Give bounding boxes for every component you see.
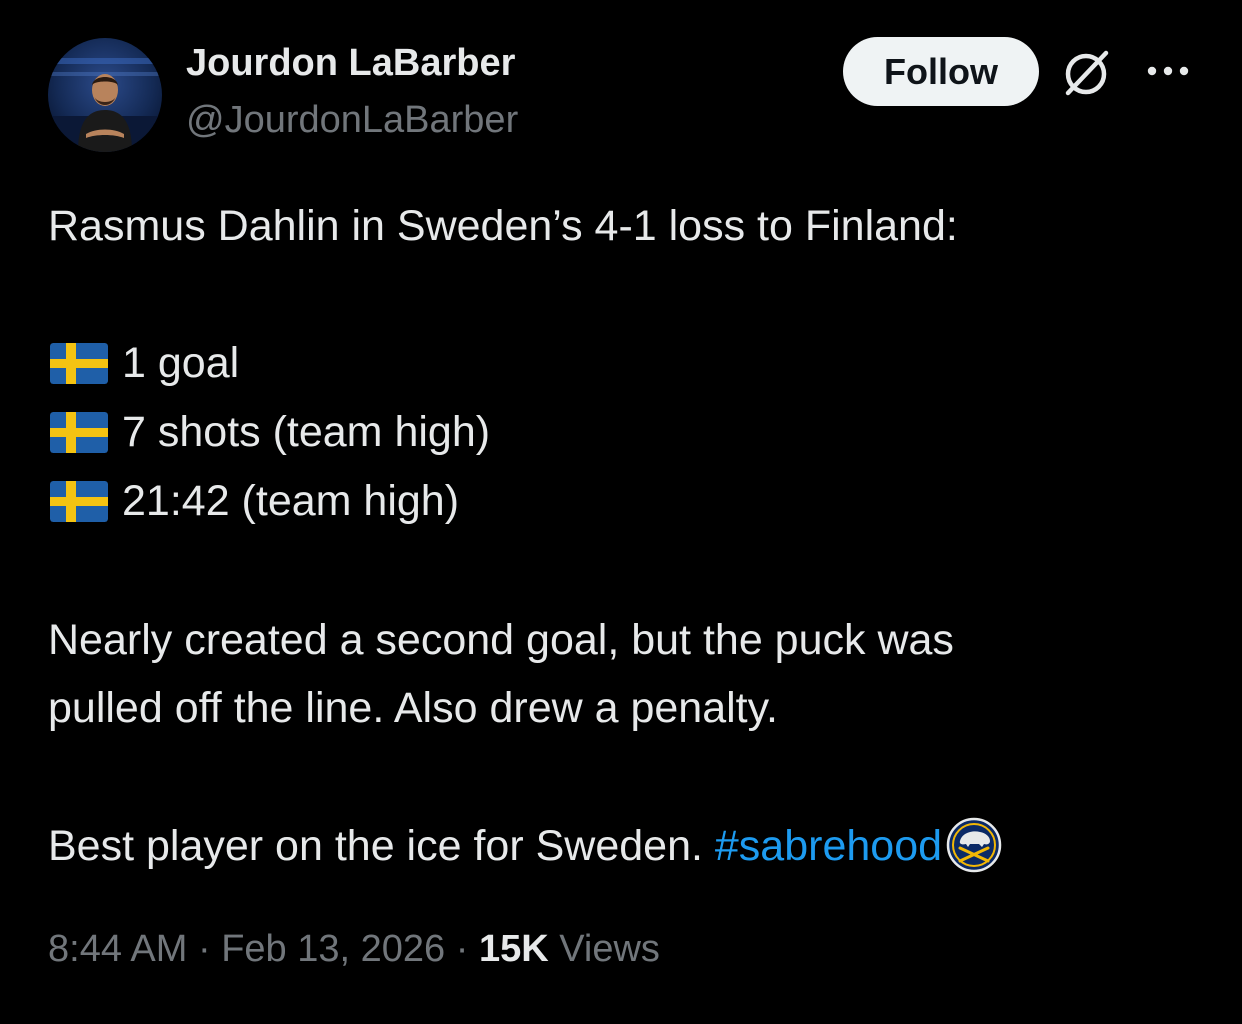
avatar-image — [48, 38, 162, 152]
tweet-meta: 8:44 AM · Feb 13, 2026 · 15K Views — [48, 928, 660, 971]
stat-text: 21:42 (team high) — [122, 476, 460, 525]
views-label: Views — [559, 928, 660, 970]
tweet-paragraph-line: Nearly created a second goal, but the pu… — [48, 616, 954, 664]
sweden-flag-icon — [50, 411, 108, 453]
views-count: 15K — [478, 928, 549, 970]
sweden-flag-icon — [50, 480, 108, 522]
tweet-closing-line: Best player on the ice for Sweden. #sabr… — [48, 817, 1002, 877]
meta-separator: · — [445, 928, 479, 970]
meta-separator: · — [187, 928, 222, 970]
tweet-date[interactable]: Feb 13, 2026 — [221, 928, 445, 970]
stat-line: 7 shots (team high) — [50, 404, 490, 460]
stat-line: 21:42 (team high) — [50, 473, 459, 529]
stat-text: 7 shots (team high) — [122, 407, 491, 456]
closing-text: Best player on the ice for Sweden. — [48, 822, 715, 870]
tweet-intro: Rasmus Dahlin in Sweden’s 4-1 loss to Fi… — [48, 202, 958, 250]
tweet-time[interactable]: 8:44 AM — [48, 928, 187, 970]
buffalo-sabres-logo-icon — [946, 817, 1002, 872]
grok-icon[interactable] — [1058, 47, 1114, 99]
author-avatar[interactable] — [48, 38, 162, 152]
follow-button[interactable]: Follow — [843, 37, 1039, 106]
stat-line: 1 goal — [50, 335, 239, 391]
author-handle[interactable]: @JourdonLaBarber — [186, 99, 518, 142]
tweet-paragraph-line: pulled off the line. Also drew a penalty… — [48, 684, 778, 732]
stat-text: 1 goal — [122, 338, 240, 387]
sabrehood-hashtag-link[interactable]: #sabrehood — [715, 822, 942, 870]
more-horizontal-icon[interactable] — [1146, 63, 1190, 79]
sweden-flag-icon — [50, 342, 108, 384]
author-name[interactable]: Jourdon LaBarber — [186, 42, 515, 85]
